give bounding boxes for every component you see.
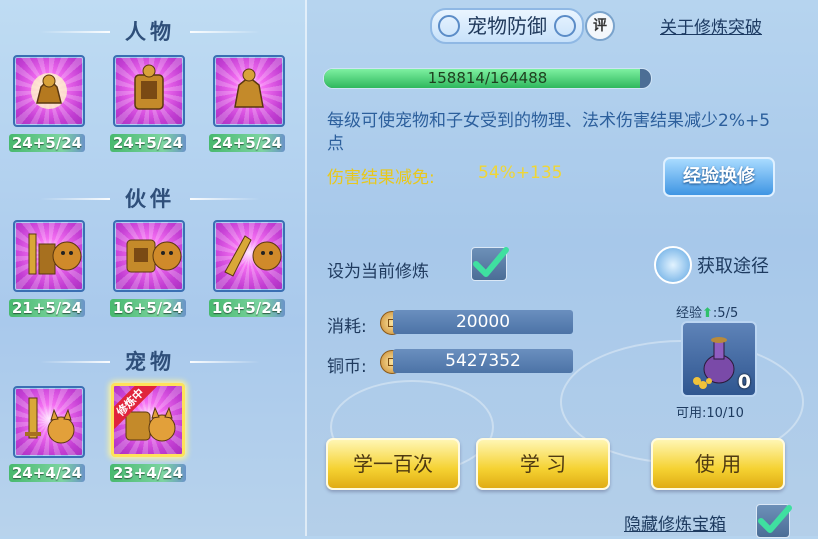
armor-shield-icon (134, 64, 164, 110)
skill-partner-defense[interactable] (113, 220, 185, 292)
exp-progress-text: 158814/164488 (427, 69, 548, 87)
usable-count: 可用:10/10 (676, 406, 744, 421)
copper-label: 铜币: (327, 357, 367, 377)
consume-value: 20000 (393, 310, 573, 334)
skill-level: 24+4/24 (9, 464, 85, 482)
set-current-label: 设为当前修炼 (327, 262, 429, 282)
checkmark-icon (758, 505, 792, 533)
learn-button[interactable]: 学 习 (476, 438, 610, 490)
exp-progress-bar: 158814/164488 (323, 68, 652, 89)
learn-hundred-button[interactable]: 学一百次 (326, 438, 460, 490)
use-button[interactable]: 使 用 (651, 438, 785, 490)
skill-level: 21+5/24 (9, 299, 85, 317)
skill-pet-attack[interactable] (13, 386, 85, 458)
section-title-person: 人物 (0, 16, 300, 46)
exp-indicator: 经验⬆:5/5 (676, 306, 739, 321)
effect-value: 54%+135 (478, 163, 563, 183)
skill-person-magic[interactable] (213, 55, 285, 127)
exp-item-slot[interactable]: 0 (681, 321, 757, 397)
consume-label: 消耗: (327, 317, 367, 337)
effect-label: 伤害结果减免: (327, 168, 435, 188)
section-title-pet: 宠物 (0, 346, 300, 376)
skill-pet-defense[interactable]: 修炼中 (111, 383, 185, 457)
armor-icon (31, 73, 67, 109)
skill-partner-attack[interactable] (13, 220, 85, 292)
skill-level: 23+4/24 (110, 464, 186, 482)
up-arrow-icon: ⬆ (702, 306, 713, 321)
wand-tiger-icon (224, 235, 282, 277)
section-title-partner: 伙伴 (0, 183, 300, 213)
copper-value: 5427352 (393, 349, 573, 373)
item-count: 0 (737, 371, 751, 393)
skill-list-panel: 人物 24+5/24 24+5/24 24+5/24 伙伴 21+5/24 16… (0, 0, 307, 536)
skill-title: 宠物防御 (430, 8, 584, 44)
set-current-checkbox[interactable] (471, 247, 509, 281)
skill-level: 24+5/24 (110, 134, 186, 152)
exchange-exp-button[interactable]: 经验换修 (663, 157, 775, 197)
skill-level: 24+5/24 (209, 134, 285, 152)
rating-button[interactable]: 评 (585, 11, 615, 41)
skill-person-defense[interactable] (113, 55, 185, 127)
obtain-way-link[interactable]: 获取途径 (697, 252, 769, 278)
swirl-ornament-icon (554, 15, 576, 37)
skill-level: 16+5/24 (110, 299, 186, 317)
sword-tiger-icon (28, 233, 82, 275)
skill-level: 16+5/24 (209, 299, 285, 317)
skill-description: 每级可使宠物和子女受到的物理、法术伤害结果减少2%+5点 (327, 111, 771, 154)
book-icon[interactable] (654, 246, 692, 284)
skill-level: 24+5/24 (9, 134, 85, 152)
about-breakthrough-link[interactable]: 关于修炼突破 (660, 13, 762, 38)
checkmark-icon (473, 247, 509, 277)
armor-icon (234, 68, 264, 108)
hide-box-checkbox[interactable] (756, 504, 792, 538)
shield-tiger-icon (126, 239, 182, 273)
sword-cat-icon (25, 397, 75, 444)
skill-person-attack[interactable] (13, 55, 85, 127)
hide-box-label: 隐藏修炼宝箱 (624, 515, 726, 535)
skill-partner-magic[interactable] (213, 220, 285, 292)
swirl-ornament-icon (438, 15, 460, 37)
